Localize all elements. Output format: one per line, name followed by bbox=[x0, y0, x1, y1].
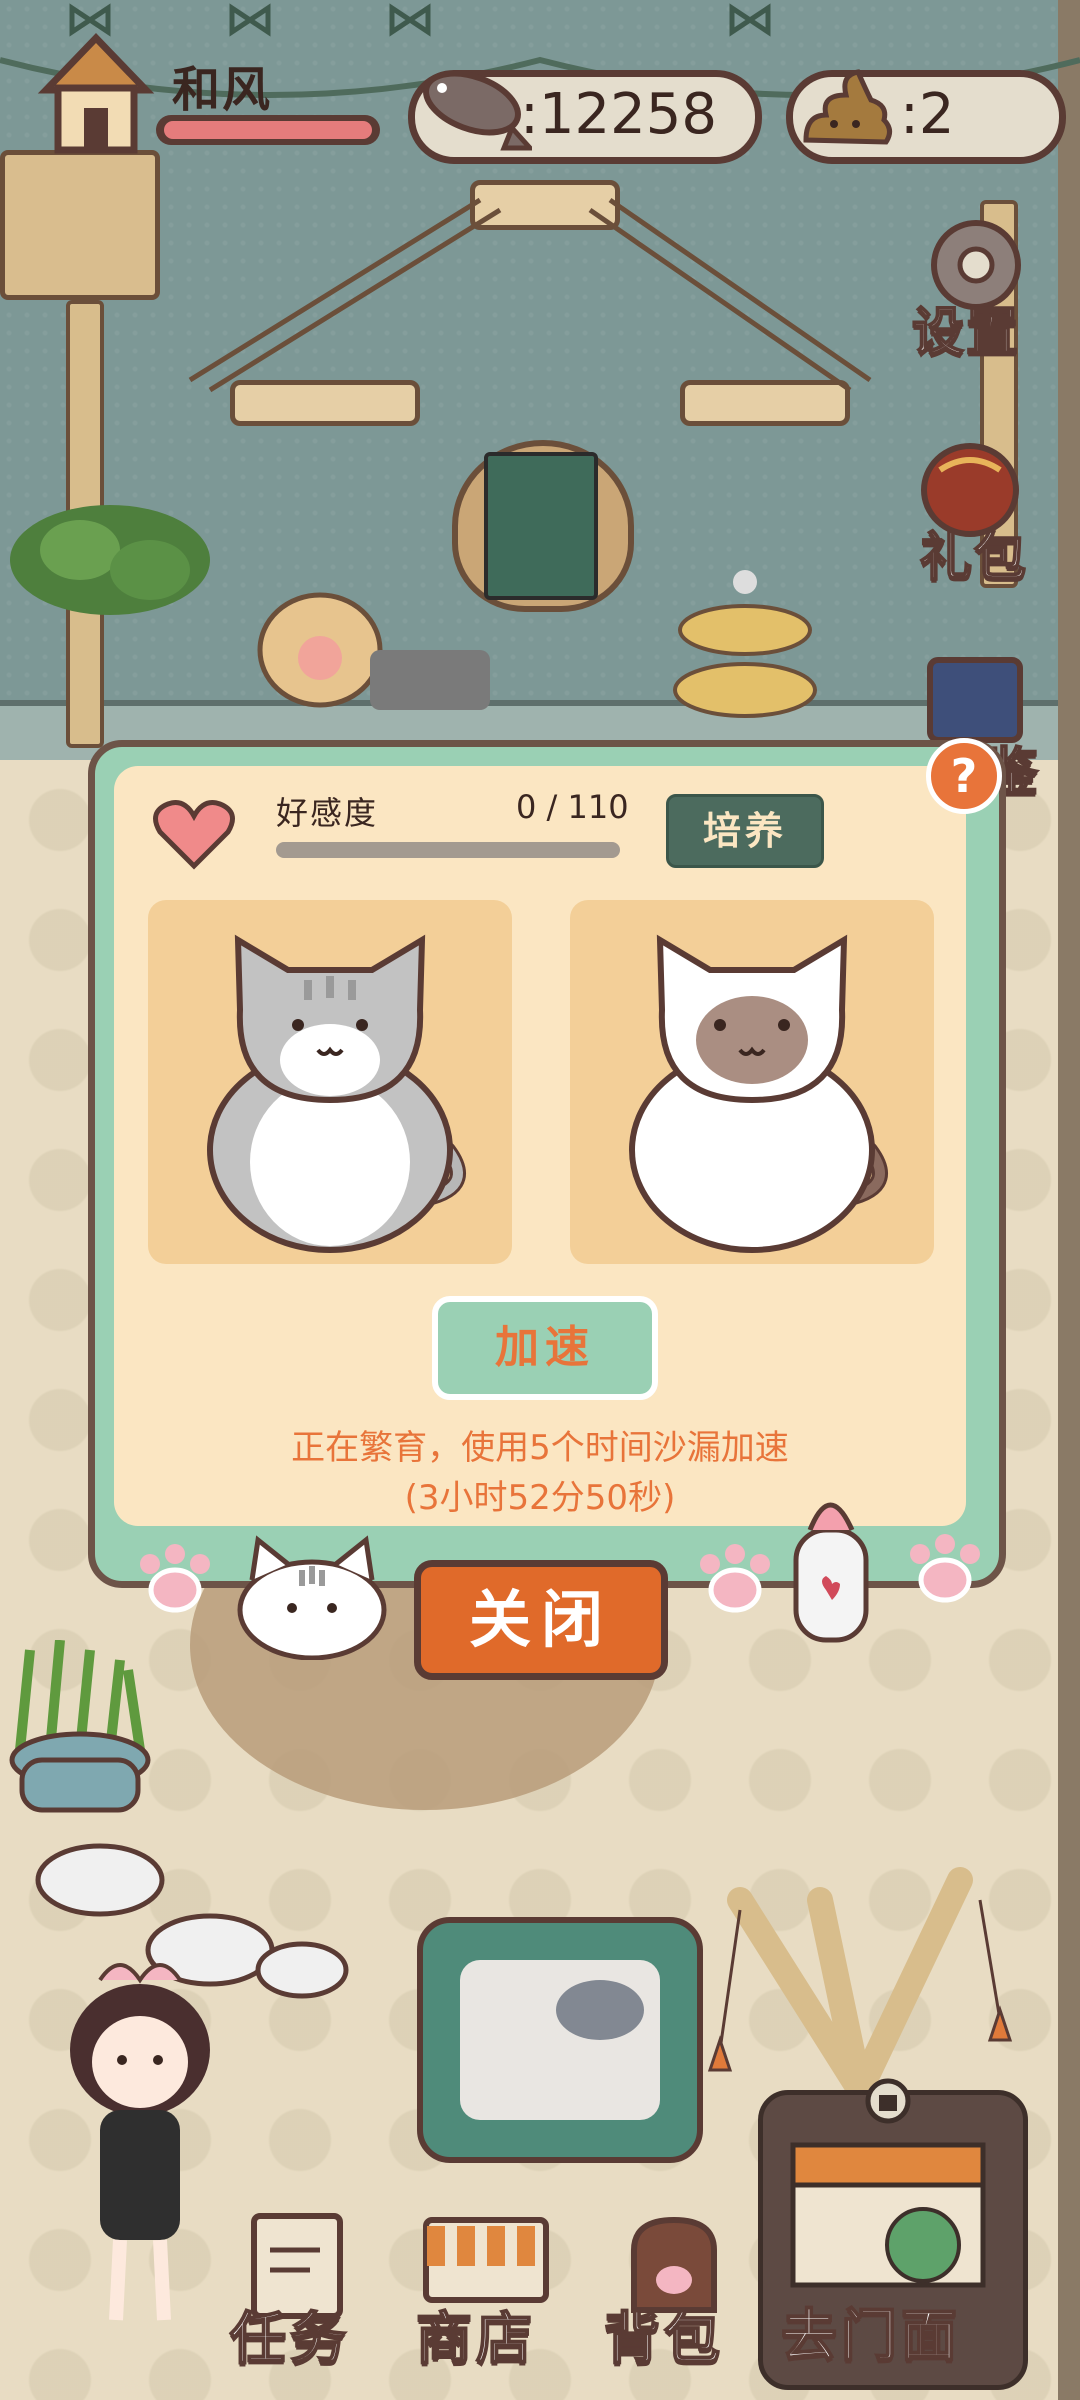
poop-icon bbox=[803, 69, 892, 145]
affection-value: 0 / 110 bbox=[516, 788, 629, 826]
breeding-status-text: 正在繁育，使用5个时间沙漏加速 bbox=[291, 1428, 789, 1468]
cake-stand-decoration bbox=[673, 570, 817, 718]
storefront-icon bbox=[790, 2142, 986, 2288]
cultivate-button[interactable]: 培养 bbox=[666, 794, 824, 868]
wall-edge bbox=[1058, 0, 1080, 2400]
cat-grass-pot-icon bbox=[9, 1640, 151, 1813]
close-button[interactable]: 关闭 bbox=[414, 1560, 668, 1680]
gift-pack-label: 礼包 bbox=[919, 527, 1029, 589]
gray-tabby-cat-icon bbox=[207, 934, 466, 1253]
kitten-icon bbox=[237, 1535, 387, 1660]
home-icon[interactable] bbox=[36, 30, 156, 160]
cat-house bbox=[0, 150, 160, 300]
parent-cat-card-right bbox=[570, 900, 934, 1264]
paw-stool-decoration bbox=[257, 592, 490, 710]
affection-label: 好感度 bbox=[276, 794, 379, 832]
cat-bed-cushion-icon bbox=[417, 1917, 703, 2163]
heart-icon bbox=[153, 800, 235, 870]
nav-tasks-label: 任务 bbox=[229, 2306, 350, 2373]
ladder-decoration bbox=[188, 197, 872, 393]
fish-icon bbox=[423, 70, 532, 151]
go-store-label: 去门面 bbox=[780, 2303, 961, 2370]
speed-up-button[interactable]: 加速 bbox=[432, 1296, 658, 1400]
settings-label: 设置 bbox=[911, 302, 1021, 364]
poop-count-value: 2 bbox=[918, 82, 955, 147]
poop-count: :2 bbox=[900, 82, 955, 147]
affection-progress-bar bbox=[276, 842, 620, 858]
plant-icon bbox=[10, 505, 210, 615]
cat-toy-branch-icon bbox=[707, 1867, 1013, 2100]
player-level-bar-fill bbox=[164, 121, 372, 139]
nav-backpack-label: 背包 bbox=[603, 2306, 724, 2373]
go-to-storefront-button[interactable]: 去门面 bbox=[758, 2078, 1028, 2390]
fish-count: :12258 bbox=[520, 82, 718, 147]
nav-shop-label: 商店 bbox=[415, 2306, 536, 2373]
parent-cat-card-left bbox=[148, 900, 512, 1264]
help-button[interactable]: ? bbox=[926, 738, 1002, 814]
player-name: 和风 bbox=[172, 62, 273, 118]
shopkeeper-girl-icon[interactable] bbox=[40, 1950, 240, 2340]
paw-print-icon bbox=[700, 1544, 770, 1613]
milk-bottle-icon bbox=[793, 1502, 869, 1643]
handbook-icon[interactable] bbox=[484, 452, 598, 600]
fish-count-value: 12258 bbox=[538, 82, 718, 147]
paw-print-icon bbox=[140, 1544, 210, 1613]
lock-icon bbox=[865, 2078, 911, 2124]
paw-print-icon bbox=[910, 1534, 980, 1603]
siamese-cat-icon bbox=[629, 934, 888, 1253]
